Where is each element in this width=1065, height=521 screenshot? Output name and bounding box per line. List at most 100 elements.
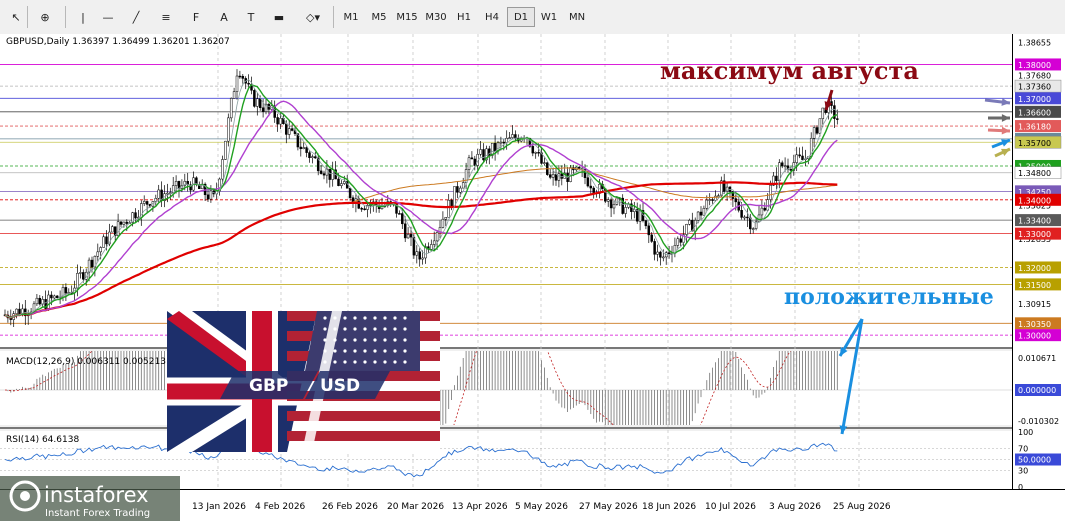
- candle-body: [499, 141, 503, 144]
- candle-body: [409, 234, 413, 238]
- timeframe-h4-button[interactable]: H4: [478, 7, 506, 27]
- candle-body: [606, 199, 610, 202]
- candle-body: [322, 173, 326, 176]
- text-icon[interactable]: A: [213, 6, 235, 28]
- candle-body: [253, 90, 256, 107]
- price-level-label: 1.33400: [1018, 217, 1051, 226]
- price-level-label: 1.30000: [1018, 332, 1051, 341]
- candle-body: [702, 207, 706, 216]
- candle-body: [667, 252, 671, 254]
- currency-pair-badge: GBP USD: [220, 371, 390, 399]
- toolbar-separator: [333, 6, 334, 28]
- candle-body: [685, 223, 688, 235]
- crosshair-icon[interactable]: ⊕: [34, 6, 56, 28]
- date-tick-label: 10 Jul 2026: [705, 502, 756, 512]
- candle-body: [534, 151, 537, 154]
- candle-body: [815, 127, 819, 134]
- candle-body: [688, 220, 691, 225]
- candle-body: [557, 173, 561, 181]
- rectangle-icon[interactable]: ▬: [268, 6, 290, 28]
- text-label-icon[interactable]: T: [240, 6, 262, 28]
- candle-body: [493, 142, 497, 152]
- candle-body: [435, 231, 439, 242]
- candle-body: [711, 199, 714, 201]
- candle-body: [531, 146, 535, 154]
- price-level-label: 1.37360: [1018, 83, 1051, 92]
- timeframe-d1-button[interactable]: D1: [507, 7, 535, 27]
- price-level-label: 1.30350: [1018, 320, 1051, 329]
- rsi-tick-label: 30: [1018, 467, 1028, 476]
- timeframe-mn-button[interactable]: MN: [563, 7, 591, 27]
- pair-usd-label: USD: [320, 376, 360, 396]
- candle-body: [276, 117, 279, 125]
- equidistant-channel-icon[interactable]: ≡: [155, 6, 177, 28]
- candle-body: [38, 297, 42, 305]
- candle-body: [171, 185, 175, 193]
- candle-body: [769, 185, 772, 200]
- candle-body: [285, 123, 288, 135]
- candle-body: [174, 181, 178, 186]
- candle-body: [116, 221, 120, 236]
- candle-body: [15, 308, 18, 314]
- candle-body: [459, 187, 462, 193]
- candle-body: [343, 181, 346, 184]
- candle-body: [482, 149, 485, 161]
- price-tick-label: 1.37680: [1018, 71, 1051, 80]
- candle-body: [705, 199, 709, 209]
- toolbar-separator: [65, 6, 66, 28]
- candle-body: [406, 234, 410, 239]
- candle-body: [676, 238, 680, 246]
- candle-body: [812, 127, 816, 139]
- candle-body: [505, 137, 508, 143]
- fibonacci-icon[interactable]: F: [185, 6, 207, 28]
- candle-body: [157, 189, 160, 199]
- candle-body: [105, 236, 108, 245]
- candle-body: [543, 162, 546, 164]
- candle-body: [238, 75, 242, 78]
- timeframe-m1-button[interactable]: M1: [337, 7, 365, 27]
- candle-body: [232, 91, 236, 99]
- candle-body: [818, 118, 822, 134]
- candle-body: [508, 137, 511, 139]
- candle-body: [780, 162, 784, 167]
- rsi-title: RSI(14) 64.6138: [6, 435, 79, 445]
- candle-body: [90, 259, 94, 268]
- candle-body: [589, 185, 593, 189]
- candle-body: [363, 208, 366, 211]
- brand-tagline: Instant Forex Trading: [45, 508, 150, 519]
- trendline-icon[interactable]: ╱: [125, 6, 147, 28]
- horizontal-line-icon[interactable]: —: [97, 6, 119, 28]
- price-level-label: 1.35700: [1018, 139, 1051, 148]
- timeframe-m30-button[interactable]: M30: [422, 7, 450, 27]
- cursor-icon[interactable]: ↖: [5, 6, 27, 28]
- candle-body: [177, 181, 181, 189]
- candle-body: [502, 141, 506, 144]
- timeframe-w1-button[interactable]: W1: [535, 7, 563, 27]
- candle-body: [708, 199, 711, 201]
- timeframe-m5-button[interactable]: M5: [365, 7, 393, 27]
- candle-body: [111, 226, 114, 233]
- brand-name: instaforex: [44, 483, 149, 507]
- shapes-dropdown-icon[interactable]: ◇▾: [298, 6, 328, 28]
- price-level-label: 1.36180: [1018, 123, 1051, 132]
- candle-body: [241, 75, 245, 79]
- candle-body: [398, 213, 401, 215]
- candle-body: [441, 218, 445, 228]
- candle-body: [125, 221, 129, 224]
- candle-body: [795, 154, 798, 163]
- candle-body: [647, 225, 651, 236]
- price-level-label: 1.38000: [1018, 61, 1051, 70]
- candle-body: [79, 272, 82, 274]
- timeframe-h1-button[interactable]: H1: [450, 7, 478, 27]
- date-tick-label: 13 Apr 2026: [452, 502, 508, 512]
- candle-body: [302, 147, 305, 150]
- candle-body: [592, 187, 595, 193]
- candle-body: [743, 216, 746, 219]
- candle-body: [696, 211, 700, 221]
- candle-body: [444, 217, 448, 220]
- vertical-line-icon[interactable]: |: [72, 6, 94, 28]
- candle-body: [122, 221, 126, 225]
- candle-body: [554, 174, 558, 181]
- timeframe-m15-button[interactable]: M15: [393, 7, 421, 27]
- candle-body: [798, 154, 801, 157]
